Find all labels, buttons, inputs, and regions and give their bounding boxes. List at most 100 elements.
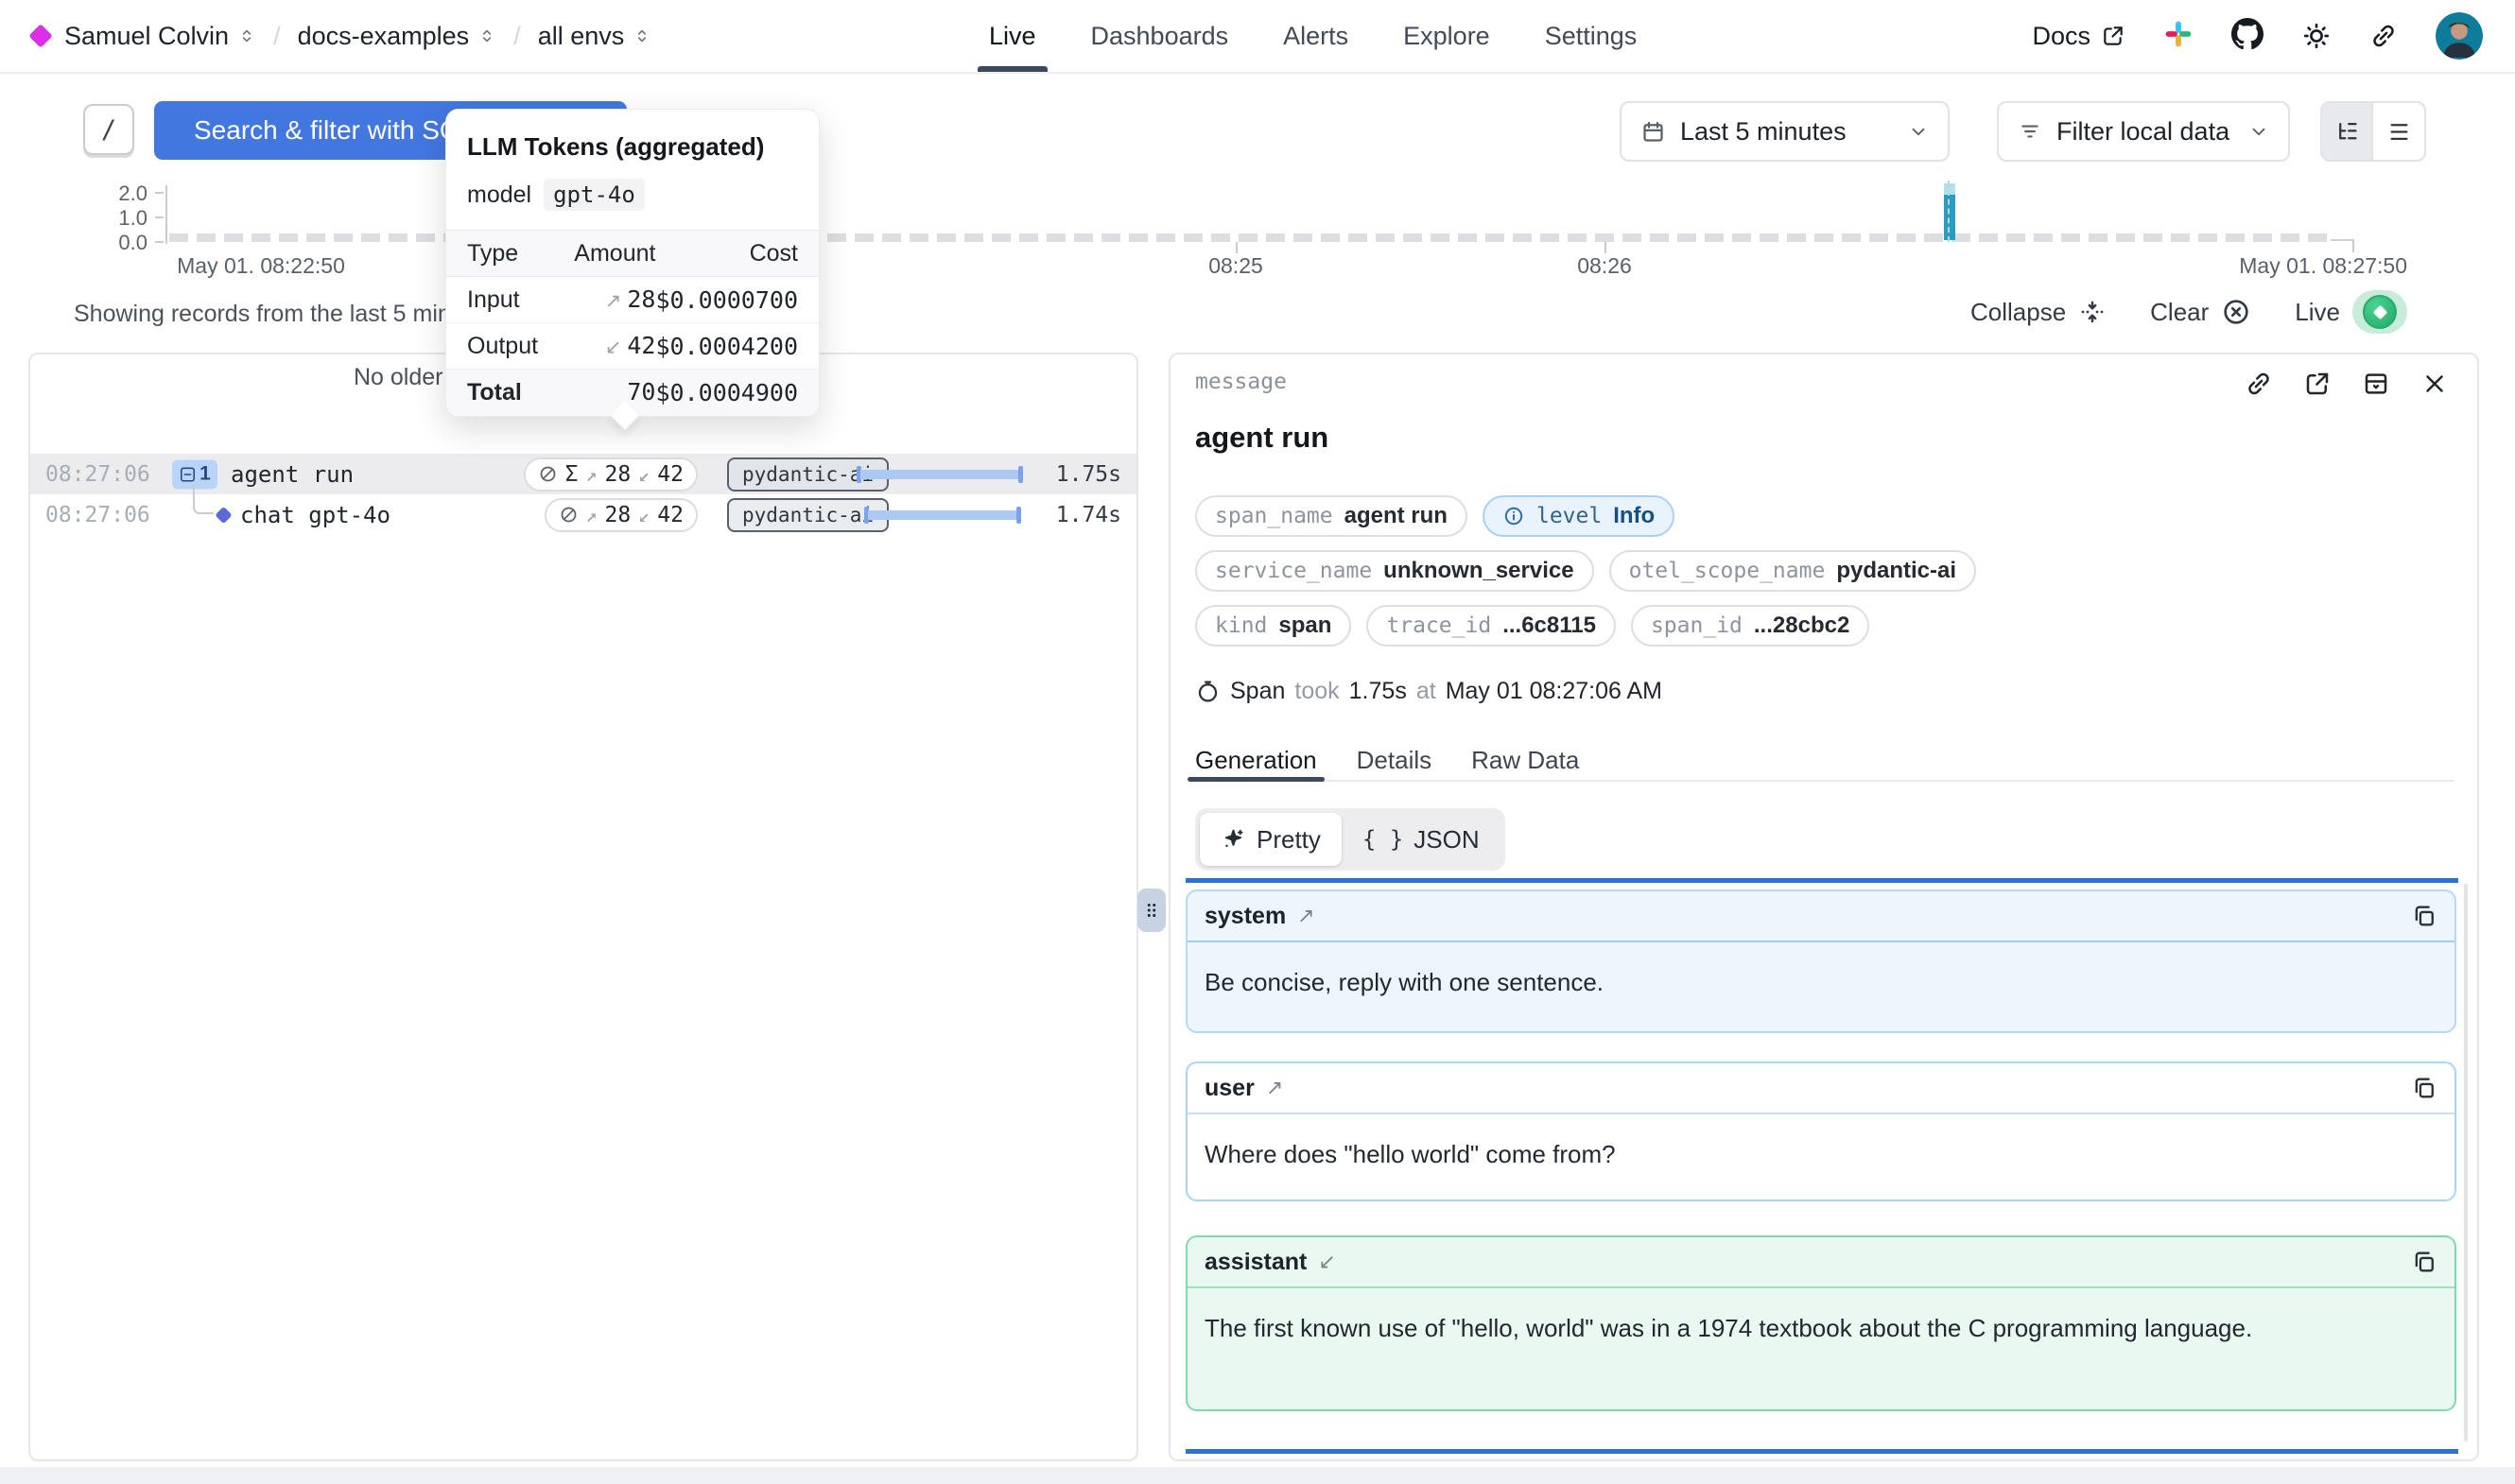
message-role: assistant [1205,1249,1307,1276]
panel-scrollbar[interactable] [2464,884,2468,1441]
breadcrumb: Samuel Colvin / docs-examples / all envs [28,0,651,72]
user-avatar[interactable] [2436,12,2483,60]
pill-level[interactable]: level Info [1483,495,1674,537]
org-selector[interactable]: Samuel Colvin [64,22,256,51]
x-end-label: May 01. 08:27:50 [2156,253,2407,279]
tab-dashboards[interactable]: Dashboards [1091,0,1229,72]
col-cost-header: Cost [655,231,819,277]
theme-sun-icon[interactable] [2301,21,2332,51]
collapse-icon [2078,298,2107,326]
detail-tabs: Generation Details Raw Data [1195,740,2454,782]
output-tokens: 42 [657,503,684,527]
render-mode-toggle: Pretty { } JSON [1195,808,1505,871]
permalink-icon[interactable] [2245,370,2273,398]
slash-shortcut-key: / [83,104,134,155]
message-card-system: system ↗ Be concise, reply with one sent… [1186,889,2456,1033]
input-arrow-icon: ↗ [605,290,622,312]
token-usage-pill[interactable]: Σ ↗28 ↙42 [524,457,698,492]
tab-details[interactable]: Details [1357,740,1431,780]
github-icon[interactable] [2231,18,2264,55]
docs-link[interactable]: Docs [2032,22,2125,51]
pretty-toggle-button[interactable]: Pretty [1200,813,1342,866]
span-title: agent run [1195,421,1328,455]
tree-view-button[interactable] [2322,103,2373,160]
span-name: agent run [231,461,354,488]
table-row-output: Output ↙42 $0.0004200 [446,323,819,370]
message-card-assistant: assistant ↙ The first known use of "hell… [1186,1235,2456,1411]
pill-span-id[interactable]: span_id ...28cbc2 [1631,605,1869,647]
calendar-icon [1640,119,1666,145]
stopwatch-icon [1195,679,1221,704]
output-arrow-icon: ↙ [638,504,650,526]
breadcrumb-separator: / [273,22,281,51]
row-timestamp: 08:27:06 [45,503,150,527]
json-toggle-button[interactable]: { } JSON [1342,813,1500,866]
tab-generation[interactable]: Generation [1195,740,1317,780]
collapse-button[interactable]: Collapse [1970,298,2107,327]
y-axis-line [165,185,167,244]
slack-icon[interactable] [2163,19,2194,54]
project-selector[interactable]: docs-examples [298,22,497,51]
panel-resize-handle[interactable] [1137,889,1166,932]
attribute-pills-row: span_name agent run level Info [1195,495,1674,537]
message-content: Be concise, reply with one sentence. [1188,942,2303,1022]
bar-cap [1944,183,1955,195]
external-link-icon [2101,24,2125,48]
header-actions: Docs [2032,0,2483,72]
token-histogram-bar[interactable] [1944,183,1955,240]
tab-alerts[interactable]: Alerts [1283,0,1348,72]
clear-circle-icon [2221,297,2251,327]
tab-settings[interactable]: Settings [1545,0,1638,72]
x-axis-tick [1236,242,1238,253]
message-content: The first known use of "hello, world" wa… [1188,1288,2303,1368]
model-value: gpt-4o [544,179,645,211]
span-diamond-icon [215,506,232,523]
row-timestamp: 08:27:06 [45,462,150,487]
y-axis-tick [155,192,164,194]
pill-trace-id[interactable]: trace_id ...6c8115 [1366,605,1616,647]
pill-kind[interactable]: kind span [1195,605,1351,647]
showing-records-text: Showing records from the last 5 minutes [74,301,495,328]
output-arrow-icon: ↙ [605,336,622,358]
message-card-user: user ↗ Where does "hello world" come fro… [1186,1061,2456,1201]
share-link-icon[interactable] [2369,22,2398,50]
input-tokens: 28 [605,462,632,487]
list-actions: Collapse Clear Live [1970,289,2407,335]
pill-service-name[interactable]: service_name unknown_service [1195,550,1594,592]
view-mode-toggle [2320,101,2426,162]
token-usage-pill[interactable]: ↗28 ↙42 [545,498,699,532]
close-icon[interactable] [2420,370,2449,398]
trace-row-chat-gpt4o[interactable]: 08:27:06 chat gpt-4o ↗28 ↙42 pydantic-ai… [30,494,1136,535]
x-axis-end-line [2331,239,2354,241]
tab-raw-data[interactable]: Raw Data [1471,740,1579,780]
dock-bottom-icon[interactable] [2362,370,2390,398]
app-screen: Samuel Colvin / docs-examples / all envs… [0,0,2515,1484]
copy-icon[interactable] [2411,1075,2437,1101]
tab-explore[interactable]: Explore [1403,0,1490,72]
clear-button[interactable]: Clear [2150,297,2251,327]
attribute-pills-row: kind span trace_id ...6c8115 span_id ...… [1195,605,1869,647]
time-range-value: Last 5 minutes [1680,117,1847,147]
open-in-new-icon[interactable] [2303,370,2332,398]
x-tick-label: 08:25 [1188,253,1283,279]
span-duration-line: Span took 1.75s at May 01 08:27:06 AM [1195,678,1662,705]
detail-actions [2245,370,2449,398]
filter-local-data-select[interactable]: Filter local data [1997,101,2290,162]
tab-live[interactable]: Live [989,0,1036,72]
message-header: system ↗ [1188,891,2454,942]
live-diamond-icon [2372,304,2387,319]
y-tick-label: 1.0 [81,206,147,231]
list-view-button[interactable] [2373,103,2424,160]
input-arrow-icon: ↗ [586,463,598,486]
pill-otel-scope-name[interactable]: otel_scope_name pydantic-ai [1609,550,1976,592]
env-selector[interactable]: all envs [538,22,652,51]
copy-icon[interactable] [2411,1249,2437,1275]
llm-tokens-tooltip: LLM Tokens (aggregated) model gpt-4o Typ… [445,109,820,417]
sigma-icon: Σ [565,462,579,487]
copy-icon[interactable] [2411,903,2437,929]
pill-span-name[interactable]: span_name agent run [1195,495,1467,537]
scroll-boundary-bottom [1186,1449,2458,1454]
table-header-row: Type Amount Cost [446,231,819,277]
time-range-select[interactable]: Last 5 minutes [1620,101,1950,162]
live-toggle[interactable]: Live [2295,290,2407,334]
